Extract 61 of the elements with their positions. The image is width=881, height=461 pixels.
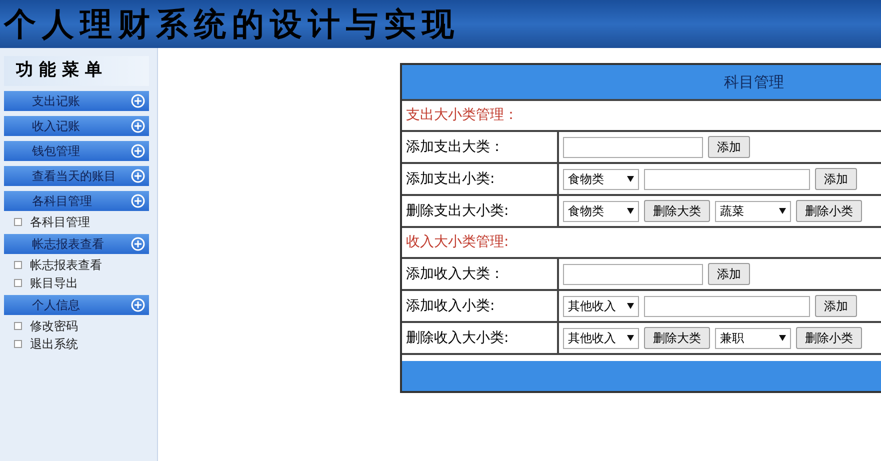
form-label: 添加收入大类： — [406, 264, 504, 284]
plus-icon — [131, 298, 145, 312]
menu-link[interactable]: 账目导出 — [30, 274, 78, 292]
plus-icon — [131, 169, 145, 183]
action-button[interactable]: 删除大类 — [644, 200, 710, 222]
plus-icon — [131, 194, 145, 208]
menu-group[interactable]: 支出记账 — [4, 91, 149, 111]
menu-group-label: 个人信息 — [32, 297, 80, 314]
caret-icon — [627, 176, 634, 182]
action-button[interactable]: 添加 — [708, 136, 750, 158]
caret-icon — [779, 208, 786, 214]
plus-icon — [131, 94, 145, 108]
dropdown[interactable]: 其他收入 — [563, 328, 639, 348]
menu-group[interactable]: 钱包管理 — [4, 141, 149, 161]
menu-group-label: 钱包管理 — [32, 143, 80, 160]
menu-group[interactable]: 收入记账 — [4, 116, 149, 136]
caret-icon — [779, 335, 786, 341]
form-label: 添加收入小类: — [406, 296, 495, 316]
sidebar-title: 功能菜单 — [4, 56, 149, 86]
menu-group[interactable]: 个人信息 — [4, 295, 149, 315]
menu-link[interactable]: 各科目管理 — [30, 212, 90, 230]
panel-header: 科目管理 — [402, 65, 881, 99]
plus-icon — [131, 119, 145, 133]
text-field[interactable] — [644, 168, 810, 190]
menu-link[interactable]: 帐志报表查看 — [30, 256, 102, 274]
dropdown[interactable]: 其他收入 — [563, 296, 639, 316]
plus-icon — [131, 237, 145, 251]
text-field[interactable] — [563, 136, 703, 158]
menu-group[interactable]: 查看当天的账目 — [4, 166, 149, 186]
action-button[interactable]: 添加 — [815, 295, 857, 317]
caret-icon — [627, 335, 634, 341]
form-label: 添加支出大类： — [406, 138, 504, 156]
menu-group-label: 各科目管理 — [32, 193, 92, 210]
form-label: 删除收入大小类: — [406, 328, 509, 348]
form-label: 添加支出小类: — [406, 170, 495, 188]
caret-icon — [627, 303, 634, 309]
dropdown[interactable]: 蔬菜 — [715, 200, 791, 222]
section-title: 收入大小类管理: — [406, 233, 509, 252]
text-field[interactable] — [644, 296, 810, 316]
section-title: 支出大小类管理： — [406, 106, 518, 125]
banner-title: 个人理财系统的设计与实现 — [4, 4, 460, 45]
menu-group-label: 支出记账 — [32, 93, 80, 110]
menu-group-label: 帐志报表查看 — [32, 236, 104, 253]
action-button[interactable]: 添加 — [708, 263, 750, 285]
form-label: 删除支出大小类: — [406, 202, 509, 220]
action-button[interactable]: 删除小类 — [796, 327, 862, 349]
action-button[interactable]: 删除大类 — [644, 327, 710, 349]
caret-icon — [627, 208, 634, 214]
plus-icon — [131, 144, 145, 158]
dropdown[interactable]: 兼职 — [715, 328, 791, 348]
menu-group-label: 查看当天的账目 — [32, 168, 116, 185]
dropdown[interactable]: 食物类 — [563, 168, 639, 190]
dropdown[interactable]: 食物类 — [563, 200, 639, 222]
text-field[interactable] — [563, 264, 703, 284]
menu-group-label: 收入记账 — [32, 118, 80, 135]
menu-group[interactable]: 帐志报表查看 — [4, 234, 149, 254]
action-button[interactable]: 添加 — [815, 168, 857, 190]
menu-link[interactable]: 修改密码 — [30, 316, 78, 334]
menu-link[interactable]: 退出系统 — [30, 334, 78, 352]
menu-group[interactable]: 各科目管理 — [4, 191, 149, 211]
action-button[interactable]: 删除小类 — [796, 200, 862, 222]
